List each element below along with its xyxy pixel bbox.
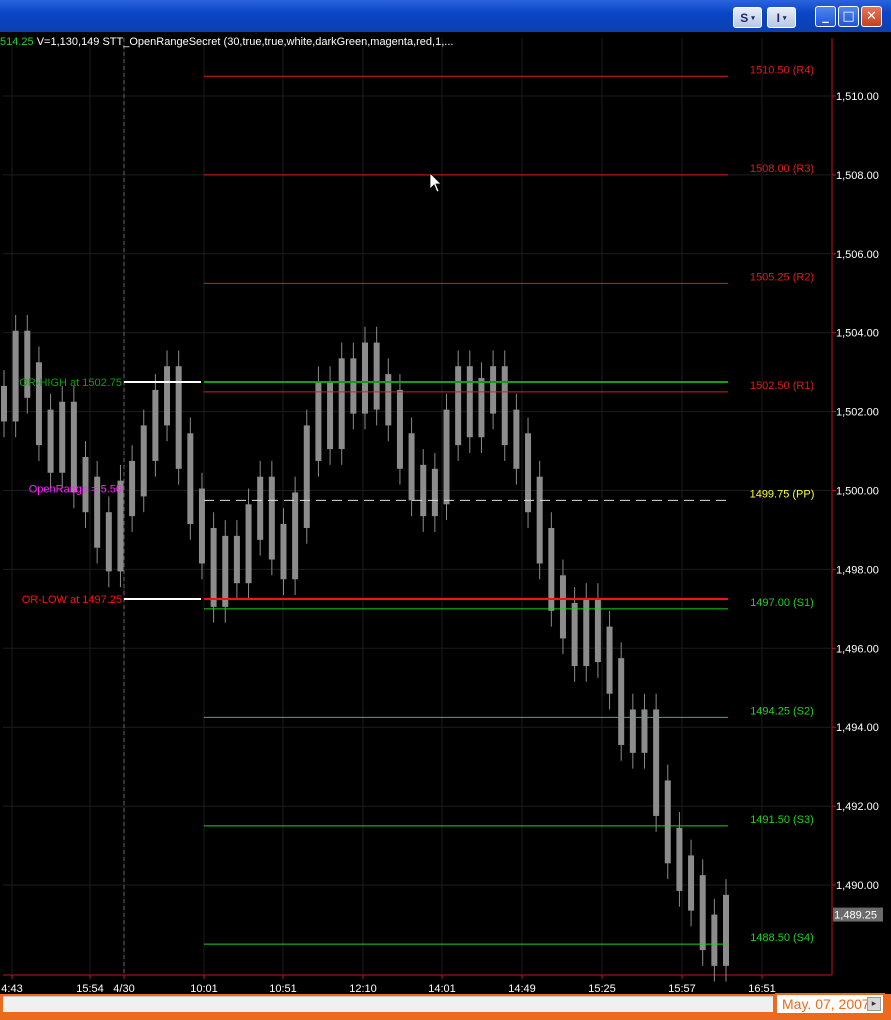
pivot-level-label: 1510.50 (R4) (750, 64, 814, 76)
date-selector[interactable]: May. 07, 2007 ▸ (775, 993, 885, 1015)
pivot-level-label: 1502.50 (R1) (750, 380, 814, 392)
chart-header: 514.25 V=1,130,149 STT_OpenRangeSecret (… (0, 36, 453, 48)
y-tick-label: 1,494.00 (836, 722, 879, 734)
y-tick-label: 1,492.00 (836, 801, 879, 813)
last-price: 514.25 (0, 36, 34, 48)
open-range-size-label: OpenRange = 5.50 (29, 484, 122, 496)
date-value: May. 07, 2007 (782, 996, 870, 1012)
y-tick-label: 1,504.00 (836, 328, 879, 340)
or-low-label: OR-LOW at 1497.25 (22, 594, 122, 606)
pivot-level-label: 1497.00 (S1) (750, 597, 814, 609)
y-tick-label: 1,498.00 (836, 564, 879, 576)
y-tick-label: 1,496.00 (836, 643, 879, 655)
or-high-label: OR-HIGH at 1502.75 (19, 377, 122, 389)
trading-window: S ▾ I ▾ _ □ ✕ 1,510.00 1,508.00 1,506.00 1,… (0, 0, 891, 1020)
pivot-level-label: 1494.25 (S2) (750, 705, 814, 717)
y-tick-label: 1,500.00 (836, 486, 879, 498)
y-tick-label: 1,510.00 (836, 91, 879, 103)
pivot-level-label: 1505.25 (R2) (750, 271, 814, 283)
horizontal-scrollbar[interactable] (3, 996, 773, 1012)
pivot-level-label: 1488.50 (S4) (750, 932, 814, 944)
y-tick-label: 1,490.00 (836, 880, 879, 892)
y-tick-label: 1,508.00 (836, 170, 879, 182)
pivot-level-label: 1491.50 (S3) (750, 814, 814, 826)
price-chart[interactable]: 1,510.00 1,508.00 1,506.00 1,504.00 1,502.00… (0, 0, 891, 1020)
pivot-level-label: 1499.75 (PP) (750, 488, 815, 500)
date-spin-icon[interactable]: ▸ (867, 997, 881, 1011)
pivot-level-label: 1508.00 (R3) (750, 163, 814, 175)
y-tick-label: 1,502.00 (836, 407, 879, 419)
y-tick-label: 1,506.00 (836, 249, 879, 261)
current-price-label: 1,489.25 (834, 910, 877, 922)
indicator-info: V=1,130,149 STT_OpenRangeSecret (30,true… (36, 36, 454, 48)
mouse-cursor-icon (429, 172, 442, 193)
